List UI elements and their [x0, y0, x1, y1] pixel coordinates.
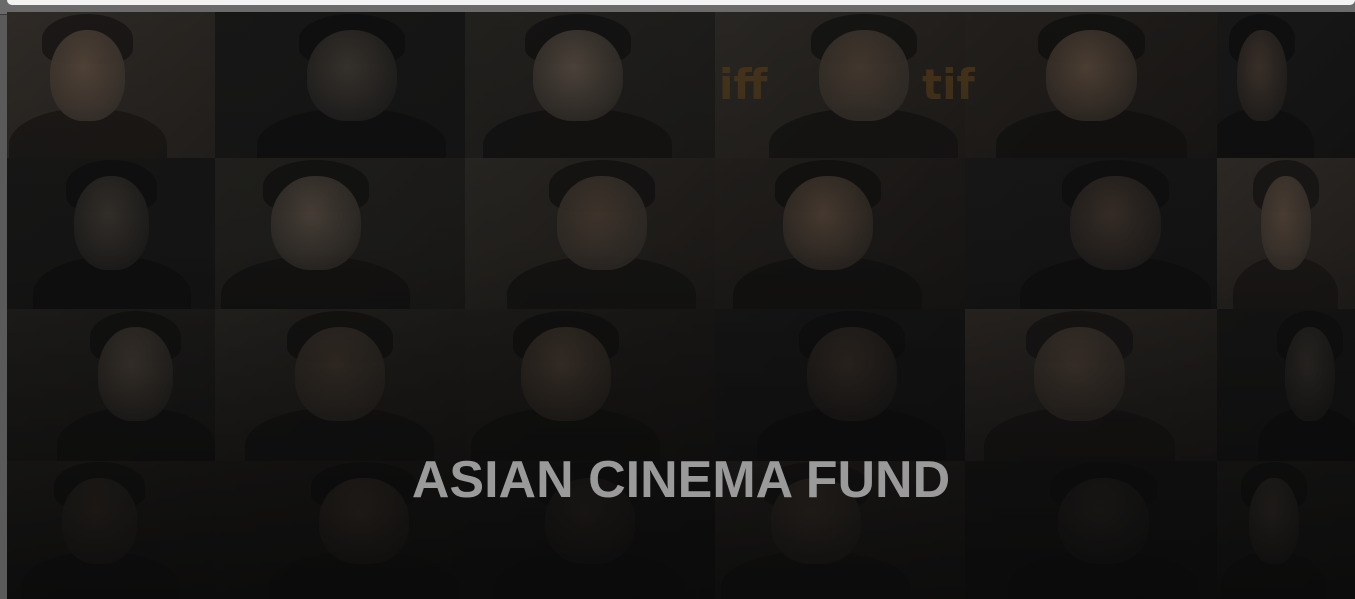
- hero-banner: iff tif ASIAN CINEMA FUND: [7, 12, 1355, 599]
- top-bar-edge: [7, 0, 1355, 5]
- dark-overlay: [7, 12, 1355, 599]
- page-title: ASIAN CINEMA FUND: [411, 451, 951, 509]
- browser-frame: iff tif ASIAN CINEMA FUND: [0, 0, 1355, 599]
